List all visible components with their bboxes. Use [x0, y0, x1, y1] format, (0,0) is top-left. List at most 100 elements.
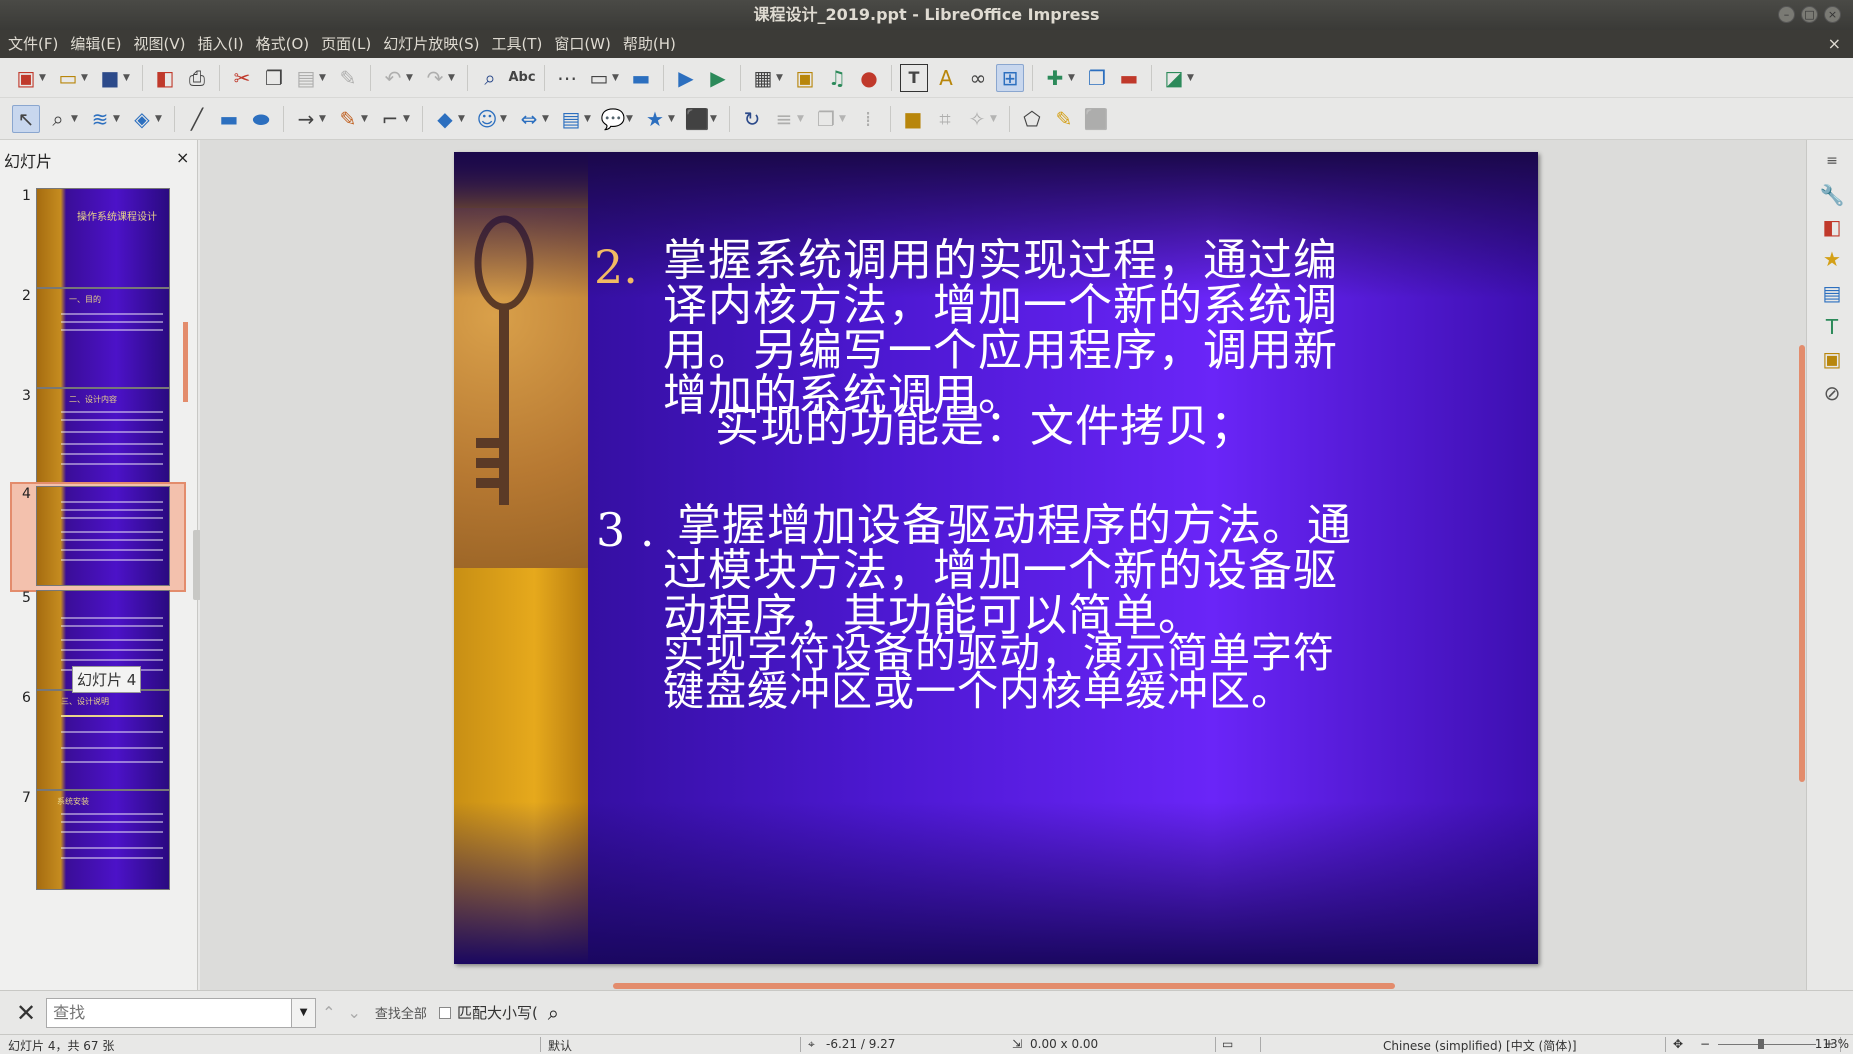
arrow-line-icon[interactable]: →	[292, 105, 320, 133]
media-icon[interactable]: ♫	[823, 64, 851, 92]
hyperlink-icon[interactable]: ∞	[964, 64, 992, 92]
align-icon[interactable]: ≡	[770, 105, 798, 133]
block-arrows-icon[interactable]: ⇔	[515, 105, 543, 133]
menu-file[interactable]: 文件(F)	[2, 30, 64, 58]
properties-icon[interactable]: 🔧	[1819, 182, 1845, 208]
callout-dropdown-icon[interactable]: ▼	[626, 105, 636, 133]
undo-icon[interactable]: ↶	[379, 64, 407, 92]
ellipse-icon[interactable]: ⬬	[247, 105, 275, 133]
curve-dropdown-icon[interactable]: ▼	[361, 105, 371, 133]
master-slide-icon[interactable]: ▬	[627, 64, 655, 92]
rotate-icon[interactable]: ↻	[738, 105, 766, 133]
3d-objects-icon[interactable]: ⬛	[683, 105, 711, 133]
slide-layout-icon[interactable]: ◪	[1160, 64, 1188, 92]
points-icon[interactable]: ⬠	[1018, 105, 1046, 133]
table-dropdown-icon[interactable]: ▼	[776, 64, 786, 92]
checkbox-box[interactable]	[438, 1006, 451, 1019]
basic-shapes-icon[interactable]: ◆	[431, 105, 459, 133]
slide-thumbnail[interactable]: 7 系统安装	[12, 788, 184, 892]
shadow-icon[interactable]: ■	[899, 105, 927, 133]
find-input[interactable]	[46, 997, 293, 1028]
horizontal-scrollbar[interactable]	[613, 983, 1395, 989]
zoom-out-icon[interactable]: −	[1700, 1037, 1710, 1051]
grid-icon[interactable]: ⋯	[553, 64, 581, 92]
flowchart-icon[interactable]: ▤	[557, 105, 585, 133]
animation-icon[interactable]: ★	[1819, 246, 1845, 272]
slide-thumbnail[interactable]: 6 三、设计说明	[12, 688, 184, 792]
menu-tools[interactable]: 工具(T)	[485, 30, 548, 58]
basic-shapes-dropdown-icon[interactable]: ▼	[458, 105, 468, 133]
slide-canvas[interactable]: 2. 掌握系统调用的实现过程，通过编译内核方法，增加一个新的系统调用。另编写一个…	[454, 152, 1538, 964]
zoom-slider-handle[interactable]	[1758, 1039, 1764, 1049]
paste-dropdown-icon[interactable]: ▼	[319, 64, 329, 92]
clone-formatting-icon[interactable]: ✎	[334, 64, 362, 92]
fill-color-icon[interactable]: ◈	[128, 105, 156, 133]
menu-window[interactable]: 窗口(W)	[548, 30, 617, 58]
zoom-slider[interactable]	[1718, 1044, 1816, 1045]
symbol-shapes-icon[interactable]: ☺	[473, 105, 501, 133]
slide-thumbnail-selected[interactable]: 4	[10, 482, 186, 592]
new-dropdown-icon[interactable]: ▼	[39, 64, 49, 92]
crop-icon[interactable]: ⌗	[931, 105, 959, 133]
slide-transition-icon[interactable]: ◧	[1819, 214, 1845, 240]
fit-slide-icon[interactable]: ✥	[1673, 1037, 1683, 1051]
callout-icon[interactable]: 💬	[599, 105, 627, 133]
open-folder-icon[interactable]: ▭	[54, 64, 82, 92]
block-arrows-dropdown-icon[interactable]: ▼	[542, 105, 552, 133]
slide-thumbnail[interactable]: 1 操作系统课程设计	[12, 186, 184, 290]
paste-icon[interactable]: ▤	[292, 64, 320, 92]
panel-scrollbar[interactable]	[183, 322, 188, 402]
stars-icon[interactable]: ★	[641, 105, 669, 133]
close-window-button[interactable]: ×	[1824, 6, 1841, 23]
menu-slideshow[interactable]: 幻灯片放映(S)	[377, 30, 485, 58]
save-icon[interactable]: ■	[96, 64, 124, 92]
find-previous-icon[interactable]: ⌃	[322, 1003, 335, 1022]
menu-format[interactable]: 格式(O)	[250, 30, 316, 58]
find-replace-icon[interactable]: ⌕	[476, 64, 504, 92]
select-arrow-icon[interactable]: ↖	[12, 104, 40, 133]
symbol-shapes-dropdown-icon[interactable]: ▼	[500, 105, 510, 133]
slide-layout-dropdown-icon[interactable]: ▼	[1187, 64, 1197, 92]
display-views-icon[interactable]: ▭	[585, 64, 613, 92]
rectangle-icon[interactable]: ▬	[215, 105, 243, 133]
match-case-checkbox[interactable]: 匹配大小写(	[438, 1002, 538, 1023]
close-panel-icon[interactable]: ×	[176, 148, 189, 167]
doc-modified-icon[interactable]: ▭	[1222, 1037, 1233, 1051]
new-slide-icon[interactable]: ✚	[1041, 64, 1069, 92]
image-icon[interactable]: ▣	[791, 64, 819, 92]
fill-color-dropdown-icon[interactable]: ▼	[155, 105, 165, 133]
find-dropdown-icon[interactable]: ▼	[292, 997, 317, 1028]
table-icon[interactable]: ▦	[749, 64, 777, 92]
display-views-dropdown-icon[interactable]: ▼	[612, 64, 622, 92]
menu-page[interactable]: 页面(L)	[315, 30, 377, 58]
slide-thumbnail[interactable]: 2 一、目的	[12, 286, 184, 390]
start-first-slide-icon[interactable]: ▶	[672, 64, 700, 92]
menu-insert[interactable]: 插入(I)	[192, 30, 250, 58]
minimize-button[interactable]: –	[1778, 6, 1795, 23]
navigator-icon[interactable]: ⊘	[1819, 380, 1845, 406]
vertical-scrollbar[interactable]	[1799, 345, 1805, 782]
close-find-icon[interactable]: ✕	[16, 999, 36, 1027]
connector-dropdown-icon[interactable]: ▼	[403, 105, 413, 133]
toggle-extrusion-icon[interactable]: ⬛	[1082, 105, 1110, 133]
spellcheck-icon[interactable]: Abc	[508, 64, 536, 92]
close-document-icon[interactable]: ×	[1828, 34, 1841, 53]
duplicate-slide-icon[interactable]: ❐	[1083, 64, 1111, 92]
undo-dropdown-icon[interactable]: ▼	[406, 64, 416, 92]
distribute-icon[interactable]: ⁞	[854, 105, 882, 133]
curve-icon[interactable]: ✎	[334, 105, 362, 133]
arrange-icon[interactable]: ❐	[812, 105, 840, 133]
save-dropdown-icon[interactable]: ▼	[123, 64, 133, 92]
open-dropdown-icon[interactable]: ▼	[81, 64, 91, 92]
styles-icon[interactable]: T	[1819, 314, 1845, 340]
slide-text-box[interactable]: 2. 掌握系统调用的实现过程，通过编译内核方法，增加一个新的系统调用。另编写一个…	[594, 152, 1538, 964]
arrange-dropdown-icon[interactable]: ▼	[839, 105, 849, 133]
stars-dropdown-icon[interactable]: ▼	[668, 105, 678, 133]
maximize-button[interactable]: □	[1801, 6, 1818, 23]
cut-icon[interactable]: ✂	[228, 64, 256, 92]
new-slide-dropdown-icon[interactable]: ▼	[1068, 64, 1078, 92]
export-pdf-icon[interactable]: ◧	[151, 64, 179, 92]
find-replace-icon[interactable]: ⌕	[548, 1001, 559, 1025]
toggle-point-edit-icon[interactable]: ⊞	[996, 63, 1024, 92]
slide-thumbnail[interactable]: 3 二、设计内容	[12, 386, 184, 490]
